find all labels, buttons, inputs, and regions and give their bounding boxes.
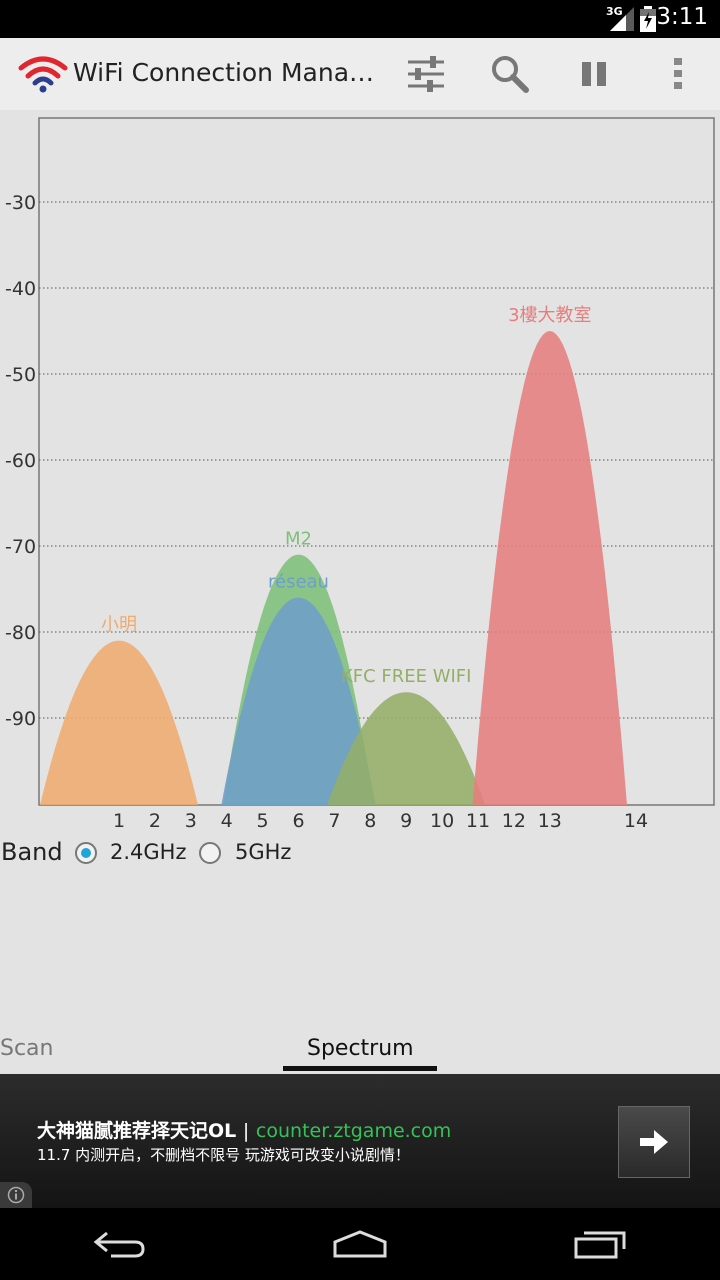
ad-banner[interactable]: 大神猫腻推荐择天记OL | counter.ztgame.com 11.7 内测… [0, 1074, 720, 1208]
ad-url[interactable]: counter.ztgame.com [256, 1120, 451, 1142]
app-title: WiFi Connection Mana… [73, 58, 375, 87]
back-icon [93, 1231, 145, 1258]
spectrum-chart: -30 -40 -50 -60 -70 -80 -90 小明 M2 réseau KFC FREE… [0, 110, 720, 835]
network-label: KFC FREE WIFI [341, 666, 472, 687]
y-tick-label: -30 [5, 192, 36, 214]
tab-scan[interactable]: Scan [0, 1036, 54, 1061]
band-option-24ghz-label[interactable]: 2.4GHz [110, 840, 186, 864]
y-tick-label: -80 [5, 622, 36, 644]
status-bar: 3G 3:11 [0, 0, 720, 38]
x-tick-label: 1 [113, 810, 125, 832]
tab-spectrum[interactable]: Spectrum [307, 1036, 414, 1061]
search-icon [492, 56, 529, 93]
network-label: 3樓大教室 [508, 305, 591, 326]
wifi-logo-icon [18, 56, 68, 93]
home-icon [333, 1230, 387, 1258]
navigation-bar [0, 1208, 720, 1280]
filter-sliders-icon [408, 56, 444, 92]
battery-icon [640, 6, 656, 32]
band-option-5ghz-label[interactable]: 5GHz [235, 840, 291, 864]
x-tick-label: 10 [430, 810, 454, 832]
x-tick-label: 14 [624, 810, 648, 832]
action-bar: WiFi Connection Mana… [0, 38, 720, 112]
recents-icon [574, 1231, 626, 1259]
ad-description: 11.7 内测开启，不删档不限号 玩游戏可改变小说剧情！ [37, 1146, 410, 1164]
clock: 3:11 [656, 4, 708, 30]
x-tick-label: 13 [538, 810, 562, 832]
x-tick-label: 11 [466, 810, 490, 832]
band-label: Band [1, 838, 63, 866]
tab-indicator [283, 1066, 437, 1071]
y-tick-label: -50 [5, 364, 36, 386]
signal-icon [610, 7, 634, 31]
band-radio-5ghz[interactable] [199, 842, 221, 864]
network-label: 小明 [101, 615, 137, 636]
tab-bar: Scan Spectrum [0, 1030, 720, 1074]
y-tick-label: -60 [5, 450, 36, 472]
filter-button[interactable] [398, 48, 454, 100]
info-icon [7, 1186, 25, 1204]
x-tick-label: 2 [149, 810, 161, 832]
pause-button[interactable] [566, 48, 622, 100]
ad-title-line: 大神猫腻推荐择天记OL | counter.ztgame.com [37, 1116, 451, 1143]
overflow-menu-icon [674, 58, 682, 89]
arrow-right-icon [640, 1130, 668, 1154]
x-tick-label: 8 [364, 810, 376, 832]
pause-icon [582, 62, 606, 86]
x-tick-label: 9 [400, 810, 412, 832]
band-radio-24ghz[interactable] [75, 842, 97, 864]
search-button[interactable] [482, 48, 538, 100]
x-tick-label: 12 [502, 810, 526, 832]
home-button[interactable] [320, 1218, 400, 1270]
ad-open-button[interactable] [618, 1106, 690, 1178]
y-tick-label: -90 [5, 708, 36, 730]
ad-info-button[interactable] [0, 1182, 32, 1208]
network-label: M2 [285, 529, 312, 550]
x-tick-label: 3 [185, 810, 197, 832]
y-tick-label: -70 [5, 536, 36, 558]
x-tick-label: 4 [221, 810, 233, 832]
ad-title: 大神猫腻推荐择天记OL [37, 1120, 237, 1142]
y-tick-label: -40 [5, 278, 36, 300]
band-selector: Band 2.4GHz 5GHz [0, 836, 720, 870]
recents-button[interactable] [560, 1218, 640, 1270]
x-tick-label: 6 [292, 810, 304, 832]
ad-separator: | [242, 1120, 250, 1142]
x-tick-label: 7 [328, 810, 340, 832]
x-tick-label: 5 [257, 810, 269, 832]
back-button[interactable] [80, 1218, 160, 1270]
network-label: réseau [268, 572, 329, 593]
overflow-menu-button[interactable] [650, 48, 706, 100]
